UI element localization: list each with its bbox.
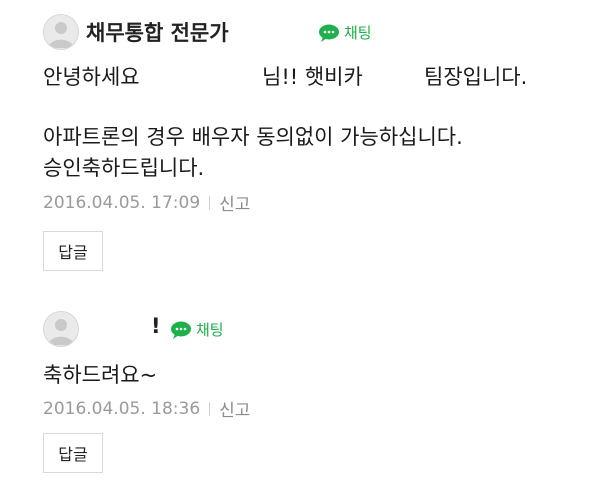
comment-text-line-1: 축하드려요~ (43, 363, 158, 387)
comment-date: 2016.04.05. 17:09 (43, 192, 201, 213)
reply-button[interactable]: 답글 (43, 433, 103, 473)
chat-label: 채팅 (344, 24, 372, 42)
avatar-default-profile-icon[interactable] (43, 311, 79, 347)
chat-button[interactable]: 채팅 (318, 22, 372, 43)
meta-divider (209, 401, 211, 416)
comment-text-line-3: 승인축하드립니다. (43, 156, 205, 180)
comment-text-line-1a: 안녕하세요 (43, 65, 140, 89)
avatar-default-profile-icon[interactable] (43, 14, 79, 50)
speech-bubble-icon (318, 24, 340, 42)
author-name[interactable]: ! (151, 314, 161, 338)
comment-text-line-1b: 님!! 햇비카 (262, 65, 363, 89)
comment-meta: 2016.04.05. 18:36 신고 (43, 396, 250, 422)
speech-bubble-icon (170, 321, 192, 339)
chat-button[interactable]: 채팅 (170, 319, 224, 340)
comment-text-line-2: 아파트론의 경우 배우자 동의없이 가능하십니다. (43, 125, 463, 149)
comment-meta: 2016.04.05. 17:09 신고 (43, 190, 250, 216)
author-name[interactable]: 채무통합 전문가 (86, 17, 229, 47)
report-link[interactable]: 신고 (219, 190, 250, 215)
comment-text-line-1c: 팀장입니다. (424, 65, 528, 89)
meta-divider (209, 195, 211, 210)
report-link[interactable]: 신고 (219, 396, 250, 421)
reply-button[interactable]: 답글 (43, 231, 103, 271)
comment-date: 2016.04.05. 18:36 (43, 398, 201, 419)
chat-label: 채팅 (196, 321, 224, 339)
